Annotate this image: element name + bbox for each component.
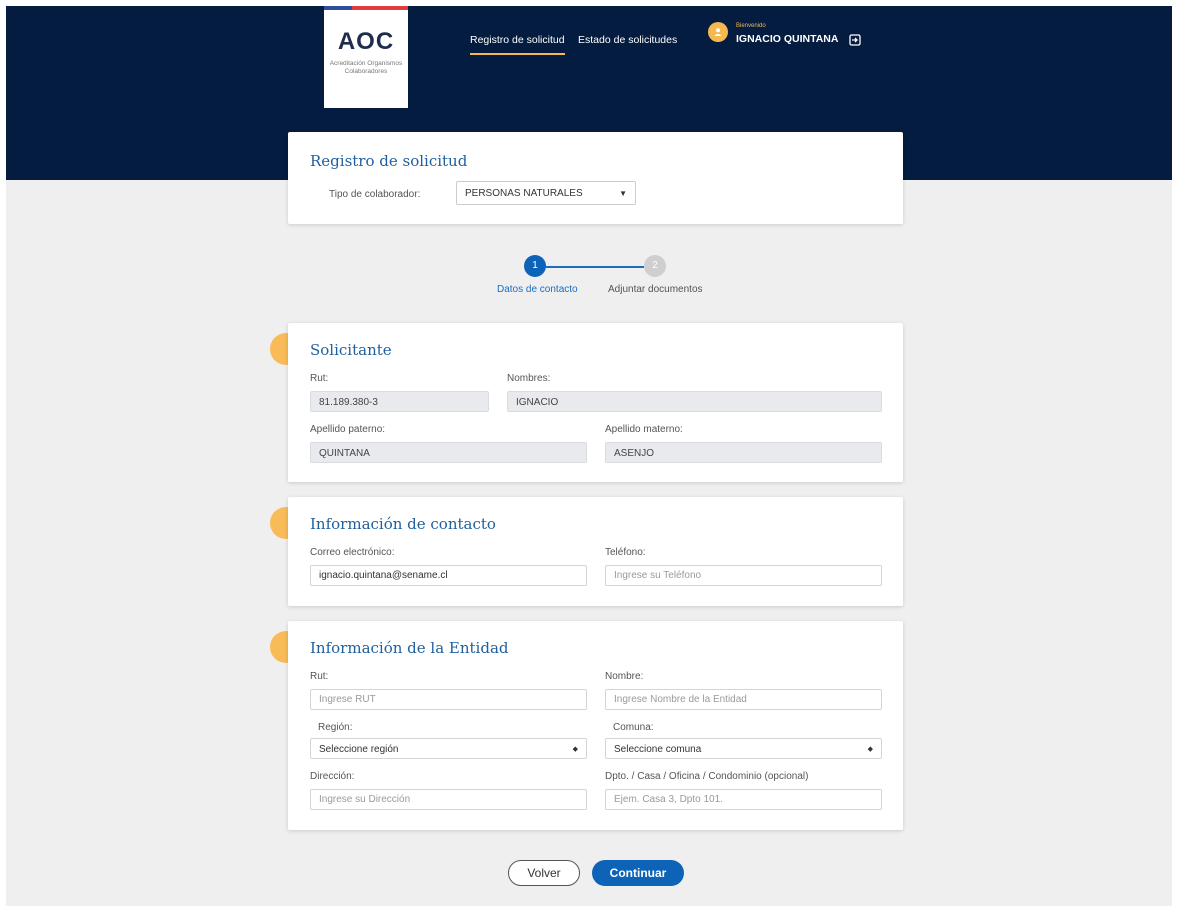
solicitante-title: Solicitante bbox=[310, 341, 392, 359]
step-1-indicator[interactable]: 1 bbox=[524, 255, 546, 277]
logo-title: AOC bbox=[337, 28, 395, 55]
step-2-indicator[interactable]: 2 bbox=[644, 255, 666, 277]
user-icon-glyph bbox=[714, 28, 722, 36]
apellido-materno-field[interactable]: ASENJO bbox=[605, 442, 882, 463]
logo-flag-stripe bbox=[324, 6, 408, 10]
apellido-paterno-label: Apellido paterno: bbox=[310, 424, 386, 435]
rut-field[interactable]: 81.189.380-3 bbox=[310, 391, 489, 412]
apellido-materno-label: Apellido materno: bbox=[605, 424, 683, 435]
correo-label: Correo electrónico: bbox=[310, 547, 395, 558]
aoc-logo[interactable]: AOC Acreditación Organismos Colaboradore… bbox=[324, 6, 408, 108]
region-select[interactable]: Seleccione región ◆ bbox=[310, 738, 587, 759]
entidad-nombre-input[interactable] bbox=[605, 689, 882, 710]
contacto-card: Información de contacto Correo electróni… bbox=[288, 497, 903, 606]
user-greeting: Bienvenido bbox=[736, 23, 766, 29]
continuar-button[interactable]: Continuar bbox=[592, 860, 684, 886]
select-arrows-icon: ◆ bbox=[572, 746, 578, 753]
contacto-title: Información de contacto bbox=[310, 515, 496, 533]
region-label: Región: bbox=[318, 722, 353, 733]
registro-card: Registro de solicitud Tipo de colaborado… bbox=[288, 132, 903, 224]
tipo-colaborador-select[interactable]: PERSONAS NATURALES ▼ bbox=[456, 181, 636, 205]
logout-icon-glyph bbox=[849, 34, 861, 46]
comuna-label: Comuna: bbox=[613, 722, 654, 733]
comuna-value: Seleccione comuna bbox=[614, 744, 702, 755]
region-value: Seleccione región bbox=[319, 744, 399, 755]
dpto-label: Dpto. / Casa / Oficina / Condominio (opc… bbox=[605, 771, 809, 782]
caret-down-icon: ▼ bbox=[619, 189, 627, 198]
telefono-label: Teléfono: bbox=[605, 547, 646, 558]
step-1-label: Datos de contacto bbox=[497, 284, 578, 295]
registro-title: Registro de solicitud bbox=[310, 152, 468, 170]
nombres-label: Nombres: bbox=[507, 373, 551, 384]
tipo-colaborador-label: Tipo de colaborador: bbox=[329, 189, 421, 200]
logout-icon[interactable] bbox=[849, 33, 861, 46]
solicitante-card: Solicitante Rut: 81.189.380-3 Nombres: I… bbox=[288, 323, 903, 482]
entidad-title: Información de la Entidad bbox=[310, 639, 509, 657]
user-name: IGNACIO QUINTANA bbox=[736, 33, 839, 45]
entidad-card: Información de la Entidad Rut: Nombre: R… bbox=[288, 621, 903, 830]
correo-input[interactable] bbox=[310, 565, 587, 586]
tipo-colaborador-value: PERSONAS NATURALES bbox=[465, 188, 583, 199]
apellido-paterno-field[interactable]: QUINTANA bbox=[310, 442, 587, 463]
rut-label: Rut: bbox=[310, 373, 329, 384]
dpto-input[interactable] bbox=[605, 789, 882, 810]
select-arrows-icon: ◆ bbox=[867, 746, 873, 753]
stepper-connector bbox=[546, 266, 644, 268]
user-icon bbox=[708, 22, 728, 42]
volver-button[interactable]: Volver bbox=[508, 860, 580, 886]
entidad-rut-label: Rut: bbox=[310, 671, 329, 682]
logo-subtitle: Acreditación Organismos Colaboradores bbox=[329, 60, 403, 75]
entidad-rut-input[interactable] bbox=[310, 689, 587, 710]
comuna-select[interactable]: Seleccione comuna ◆ bbox=[605, 738, 882, 759]
nombres-field[interactable]: IGNACIO bbox=[507, 391, 882, 412]
nav-registro-solicitud[interactable]: Registro de solicitud bbox=[470, 34, 565, 55]
telefono-input[interactable] bbox=[605, 565, 882, 586]
direccion-label: Dirección: bbox=[310, 771, 355, 782]
step-2-label: Adjuntar documentos bbox=[608, 284, 703, 295]
direccion-input[interactable] bbox=[310, 789, 587, 810]
nav-estado-solicitudes[interactable]: Estado de solicitudes bbox=[578, 34, 677, 46]
entidad-nombre-label: Nombre: bbox=[605, 671, 644, 682]
